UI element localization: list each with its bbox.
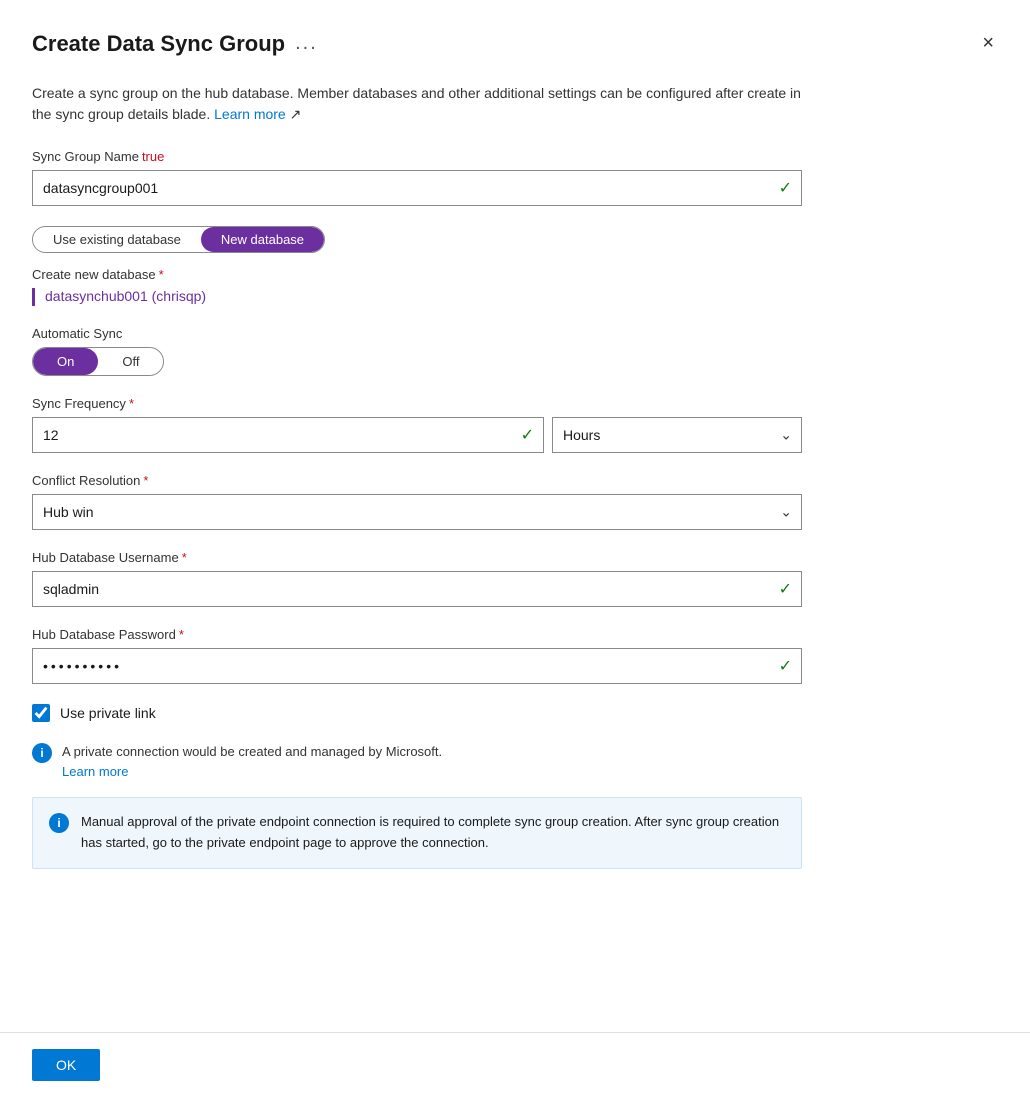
hub-db-username-wrapper: ✓ xyxy=(32,571,802,607)
sync-group-name-wrapper: ✓ xyxy=(32,170,802,206)
conflict-required-star: * xyxy=(143,473,148,488)
sync-frequency-number-input[interactable] xyxy=(32,417,544,453)
hub-db-password-input[interactable] xyxy=(32,648,802,684)
sync-off-button[interactable]: Off xyxy=(98,348,163,375)
private-link-info-text: A private connection would be created an… xyxy=(62,742,442,781)
hub-db-password-label: Hub Database Password * xyxy=(32,627,998,642)
database-tab-group: Use existing database New database xyxy=(32,226,325,253)
sync-group-name-section: Sync Group Name true ✓ xyxy=(32,149,998,206)
username-required-star: * xyxy=(182,550,187,565)
panel-header: Create Data Sync Group ... × xyxy=(32,28,998,59)
sync-frequency-unit-select[interactable]: Hours Days Minutes xyxy=(552,417,802,453)
hub-db-username-label: Hub Database Username * xyxy=(32,550,998,565)
username-check-icon: ✓ xyxy=(779,579,792,599)
private-link-info-icon: i xyxy=(32,743,52,763)
password-check-icon: ✓ xyxy=(779,656,792,676)
create-db-link[interactable]: datasynchub001 (chrisqp) xyxy=(45,288,206,304)
required-indicator: true xyxy=(142,149,164,164)
description-text: Create a sync group on the hub database.… xyxy=(32,83,812,125)
sync-freq-required-star: * xyxy=(129,396,134,411)
conflict-resolution-select[interactable]: Hub win Member win xyxy=(32,494,802,530)
ok-button[interactable]: OK xyxy=(32,1049,100,1081)
hub-db-username-section: Hub Database Username * ✓ xyxy=(32,550,998,607)
use-private-link-label[interactable]: Use private link xyxy=(60,705,156,721)
panel-footer: OK xyxy=(0,1032,1030,1097)
conflict-resolution-wrapper: Hub win Member win ⌄ xyxy=(32,494,802,530)
use-private-link-checkbox[interactable] xyxy=(32,704,50,722)
private-link-info-row: i A private connection would be created … xyxy=(32,742,998,781)
info-box-text: Manual approval of the private endpoint … xyxy=(81,812,785,854)
password-required-star: * xyxy=(179,627,184,642)
sync-frequency-section: Sync Frequency * ✓ Hours Days Minutes ⌄ xyxy=(32,396,998,453)
use-existing-database-tab[interactable]: Use existing database xyxy=(33,227,201,252)
description-learn-more-link[interactable]: Learn more xyxy=(214,106,286,122)
valid-check-icon: ✓ xyxy=(779,178,792,198)
create-new-database-label: Create new database * xyxy=(32,267,998,282)
automatic-sync-label: Automatic Sync xyxy=(32,326,998,341)
conflict-resolution-label: Conflict Resolution * xyxy=(32,473,998,488)
title-area: Create Data Sync Group ... xyxy=(32,31,318,57)
hub-db-password-wrapper: ✓ xyxy=(32,648,802,684)
info-box-icon: i xyxy=(49,813,69,833)
sync-on-button[interactable]: On xyxy=(33,348,98,375)
sync-group-name-input[interactable] xyxy=(32,170,802,206)
automatic-sync-toggle: On Off xyxy=(32,347,164,376)
more-options-icon[interactable]: ... xyxy=(295,32,318,55)
private-link-learn-more-link[interactable]: Learn more xyxy=(62,762,442,782)
sync-frequency-label: Sync Frequency * xyxy=(32,396,998,411)
automatic-sync-section: Automatic Sync On Off xyxy=(32,326,998,376)
create-new-database-section: Create new database * datasynchub001 (ch… xyxy=(32,267,998,306)
close-button[interactable]: × xyxy=(978,28,998,59)
conflict-resolution-section: Conflict Resolution * Hub win Member win… xyxy=(32,473,998,530)
create-db-required-star: * xyxy=(159,267,164,282)
use-private-link-row: Use private link xyxy=(32,704,998,722)
sync-group-name-label: Sync Group Name true xyxy=(32,149,998,164)
hub-db-username-input[interactable] xyxy=(32,571,802,607)
sync-frequency-number-wrapper: ✓ xyxy=(32,417,544,453)
sync-frequency-row: ✓ Hours Days Minutes ⌄ xyxy=(32,417,802,453)
freq-check-icon: ✓ xyxy=(521,425,534,445)
sync-frequency-unit-wrapper: Hours Days Minutes ⌄ xyxy=(552,417,802,453)
page-title: Create Data Sync Group xyxy=(32,31,285,57)
create-data-sync-panel: Create Data Sync Group ... × Create a sy… xyxy=(0,0,1030,1097)
new-database-tab[interactable]: New database xyxy=(201,227,324,252)
create-db-accent-box: datasynchub001 (chrisqp) xyxy=(32,288,998,306)
hub-db-password-section: Hub Database Password * ✓ xyxy=(32,627,998,684)
private-link-info-box: i Manual approval of the private endpoin… xyxy=(32,797,802,869)
